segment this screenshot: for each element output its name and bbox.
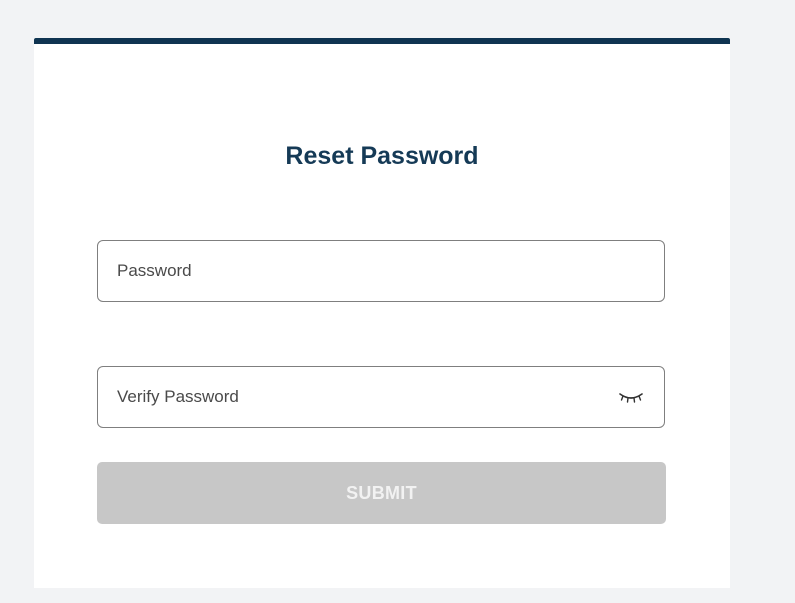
password-input[interactable] xyxy=(117,241,587,301)
reset-password-card: Reset Password SUBMIT xyxy=(34,38,730,588)
verify-password-input[interactable] xyxy=(117,367,587,427)
verify-password-field[interactable] xyxy=(97,366,665,428)
password-field[interactable] xyxy=(97,240,665,302)
card-accent-bar xyxy=(34,38,730,44)
submit-button[interactable]: SUBMIT xyxy=(97,462,666,524)
page-title: Reset Password xyxy=(285,142,479,170)
eye-closed-icon[interactable] xyxy=(618,386,644,410)
